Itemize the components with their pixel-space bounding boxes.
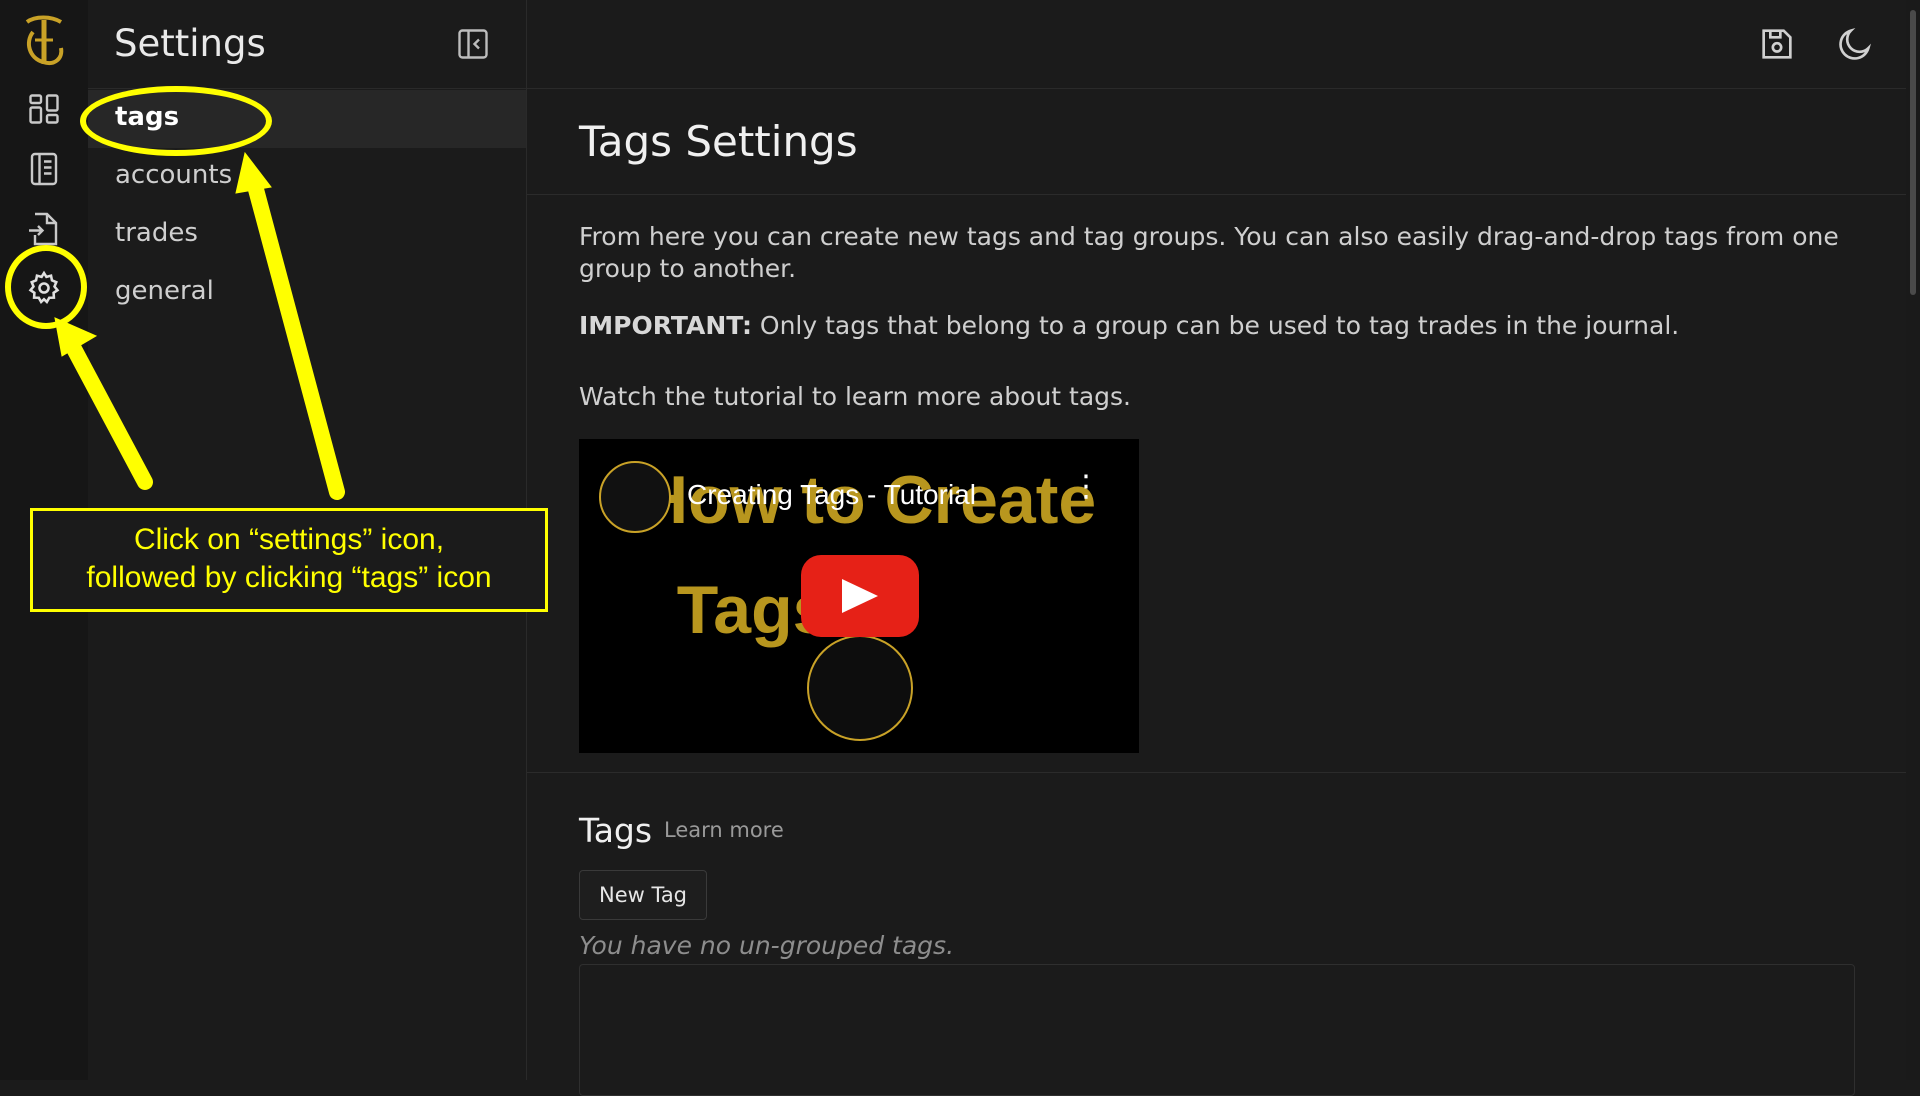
video-title[interactable]: Creating Tags - Tutorial — [687, 479, 976, 511]
play-button[interactable] — [801, 555, 919, 637]
save-icon[interactable] — [1757, 24, 1797, 64]
thumbnail-logo — [807, 635, 913, 741]
play-icon — [842, 579, 878, 613]
page-scrollbar[interactable] — [1906, 0, 1920, 1080]
tags-arrow — [246, 174, 345, 500]
title-divider — [527, 194, 1907, 195]
top-bar — [527, 0, 1907, 89]
annotation-callout: Click on “settings” icon, followed by cl… — [30, 508, 548, 612]
new-tag-button[interactable]: New Tag — [579, 870, 707, 920]
main-content: Tags Settings From here you can create n… — [527, 89, 1907, 1096]
tutorial-text: Watch the tutorial to learn more about t… — [579, 382, 1132, 411]
annotation-arrows — [54, 151, 345, 500]
important-note: IMPORTANT: Only tags that belong to a gr… — [579, 310, 1849, 342]
video-menu-icon[interactable]: ⋮ — [1071, 472, 1101, 502]
tags-section-title: Tags — [579, 811, 653, 850]
tags-arrowhead — [235, 151, 272, 194]
important-label: IMPORTANT: — [579, 311, 752, 340]
annotation-line-2: followed by clicking “tags” icon — [86, 561, 492, 594]
ungrouped-tags-message: You have no un-grouped tags. — [579, 931, 955, 960]
important-text: Only tags that belong to a group can be … — [751, 311, 1680, 340]
channel-avatar[interactable] — [599, 461, 671, 533]
page-title: Tags Settings — [579, 117, 858, 166]
settings-arrow — [64, 337, 153, 490]
learn-more-link[interactable]: Learn more — [664, 818, 784, 842]
section-divider — [527, 772, 1907, 773]
intro-text: From here you can create new tags and ta… — [579, 222, 1839, 283]
moon-icon[interactable] — [1835, 24, 1875, 64]
tutorial-video[interactable]: How to Create Tags Creating Tags - Tutor… — [579, 439, 1139, 753]
annotation-line-1: Click on “settings” icon, — [133, 523, 445, 556]
ungrouped-tags-dropzone[interactable] — [579, 964, 1855, 1096]
scrollbar-thumb[interactable] — [1910, 10, 1916, 295]
